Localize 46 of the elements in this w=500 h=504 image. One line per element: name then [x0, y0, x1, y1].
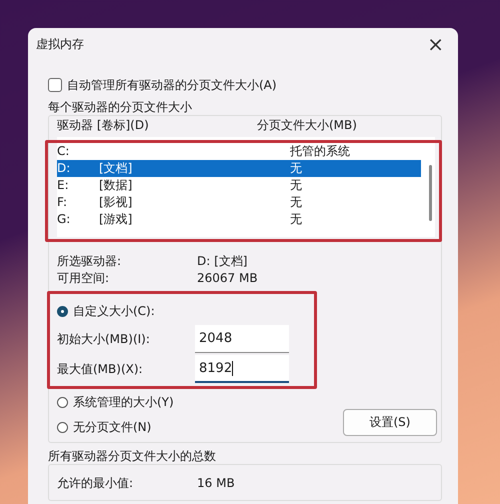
info-label: 允许的最小值: [57, 475, 134, 492]
column-header: 分页文件大小(MB) [257, 118, 357, 133]
group-title: 所有驱动器分页文件大小的总数 [48, 449, 217, 464]
window-title: 虚拟内存 [36, 36, 84, 52]
page-file-size: 无 [290, 177, 302, 194]
close-button[interactable]: × [421, 34, 450, 54]
radio-button[interactable] [57, 422, 68, 433]
volume-label: [文档] [99, 160, 134, 177]
drive-letter: D: [57, 160, 72, 177]
volume-label: [影视] [99, 194, 134, 211]
radio-button[interactable] [57, 306, 68, 317]
set-button[interactable]: 设置(S) [343, 409, 437, 436]
field-label: 初始大小(MB)(I): [57, 330, 151, 348]
info-value: 26067 MB [197, 270, 258, 287]
radio-button[interactable] [57, 397, 68, 408]
checkbox[interactable] [48, 78, 62, 92]
drive-row[interactable]: C: 托管的系统 [57, 143, 421, 160]
field-label: 最大值(MB)(X): [57, 360, 144, 378]
column-header: 驱动器 [卷标](D) [57, 118, 150, 133]
scrollbar-thumb[interactable] [429, 165, 432, 221]
radio-label: 系统管理的大小(Y) [73, 394, 174, 411]
input-field[interactable]: 2048 [195, 325, 289, 353]
radio-label: 自定义大小(C): [73, 303, 155, 320]
page-file-size: 无 [290, 160, 302, 177]
checkbox-label: 自动管理所有驱动器的分页文件大小(A) [67, 76, 277, 94]
radio-label: 无分页文件(N) [73, 419, 152, 436]
drive-letter: C: [57, 143, 70, 160]
page-file-size: 托管的系统 [290, 143, 350, 160]
page-file-size: 无 [290, 194, 302, 211]
drive-letter: F: [57, 194, 68, 211]
info-label: 所选驱动器: [57, 253, 122, 270]
volume-label: [数据] [99, 177, 134, 194]
info-value: 16 MB [197, 475, 235, 492]
drive-row[interactable]: F: [影视] 无 [57, 194, 421, 211]
info-value: D: [文档] [197, 253, 248, 270]
drive-row[interactable]: E: [数据] 无 [57, 177, 421, 194]
group-title: 每个驱动器的分页文件大小 [48, 100, 193, 115]
page-file-size: 无 [290, 211, 302, 228]
text-cursor [232, 360, 234, 376]
drive-row[interactable]: D: [文档] 无 [57, 160, 421, 177]
drive-letter: G: [57, 211, 72, 228]
info-label: 可用空间: [57, 270, 110, 287]
input-field[interactable]: 8192 [195, 355, 289, 383]
drive-letter: E: [57, 177, 70, 194]
drive-row[interactable]: G: [游戏] 无 [57, 211, 421, 228]
volume-label: [游戏] [99, 211, 134, 228]
